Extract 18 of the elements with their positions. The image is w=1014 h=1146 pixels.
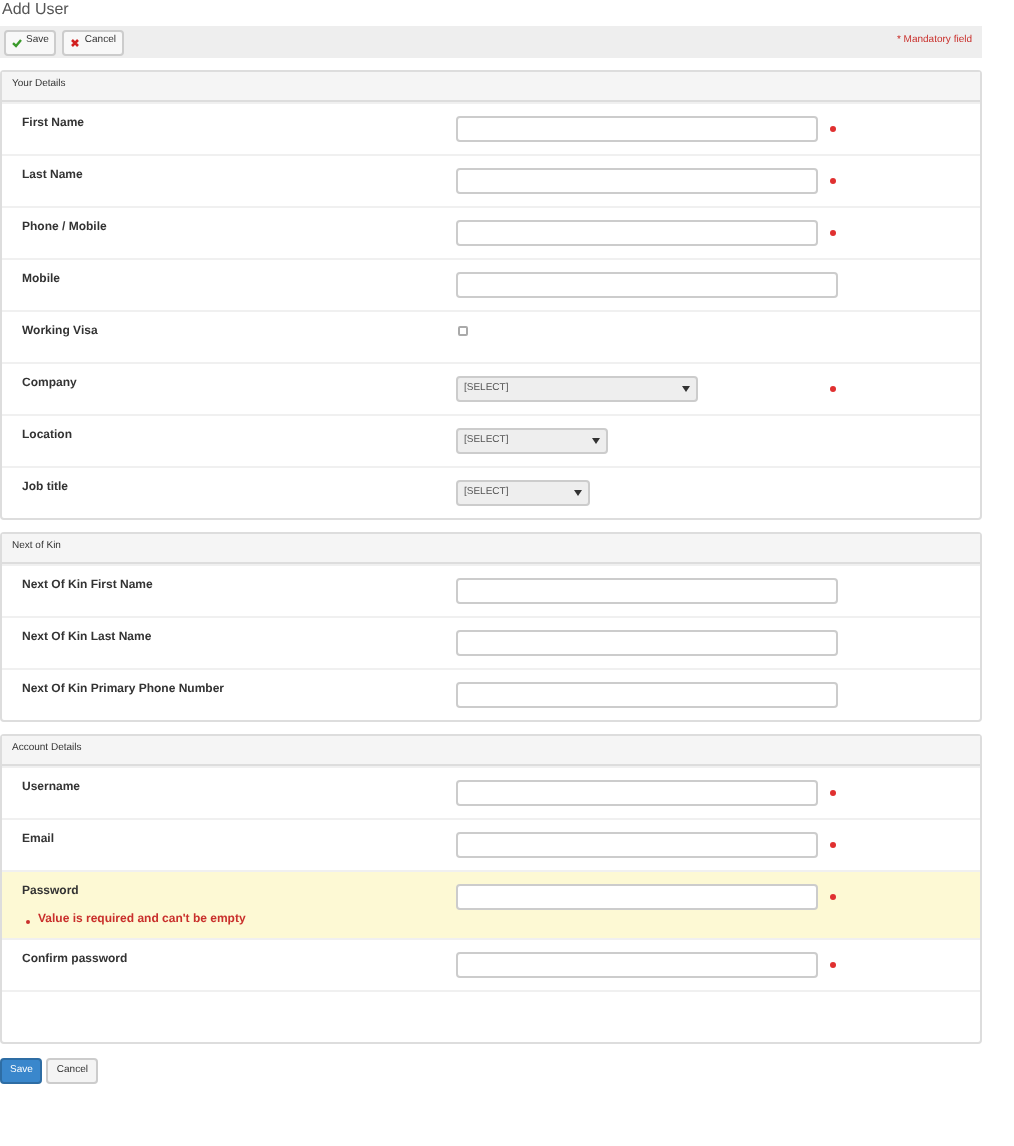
- text-input-field[interactable]: [456, 952, 818, 978]
- text-input-field[interactable]: [456, 682, 838, 708]
- check-icon: [12, 37, 22, 47]
- close-icon: [70, 37, 81, 47]
- checkbox[interactable]: [458, 326, 468, 336]
- text-input-field[interactable]: [456, 832, 818, 858]
- text-input-field[interactable]: [456, 168, 818, 194]
- caret-icon: [574, 490, 582, 496]
- text-input-field[interactable]: [456, 116, 818, 142]
- text-input-field[interactable]: [456, 780, 818, 806]
- text-input-field[interactable]: [456, 578, 838, 604]
- text-input-field[interactable]: [456, 630, 838, 656]
- caret-icon: [682, 386, 690, 392]
- page-title: Add User: [2, 0, 71, 20]
- caret-icon: [592, 438, 600, 444]
- text-input-field[interactable]: [456, 884, 818, 910]
- text-input-field[interactable]: [456, 272, 838, 298]
- text-input-field[interactable]: [456, 220, 818, 246]
